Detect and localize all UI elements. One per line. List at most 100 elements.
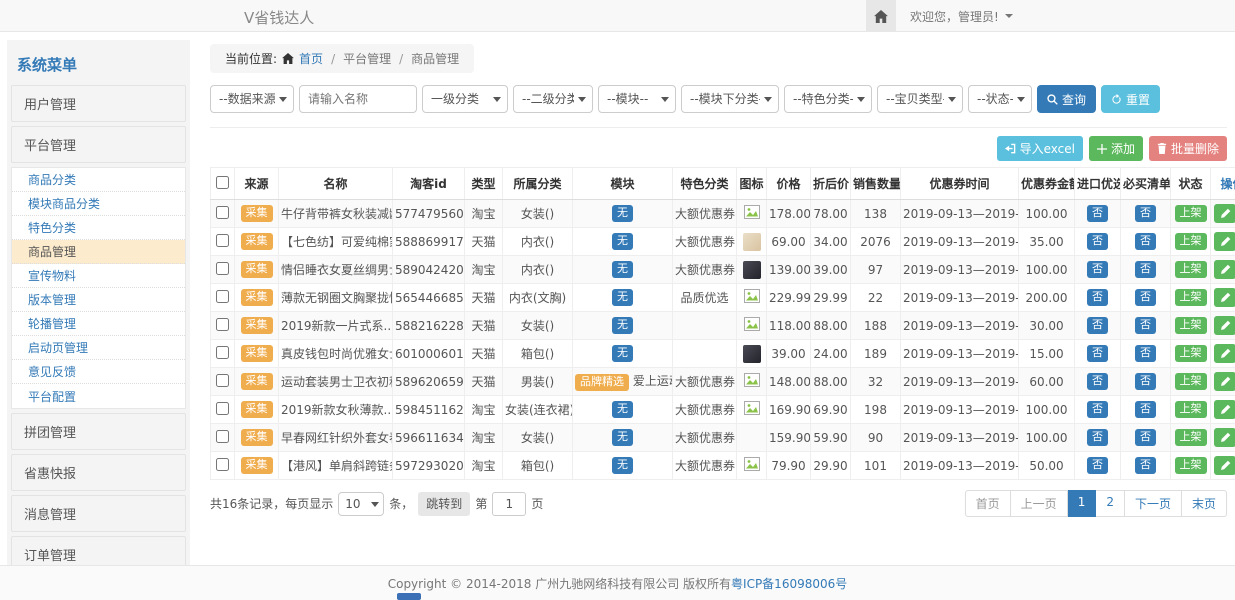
import-select-cell: 否 — [1075, 424, 1121, 452]
sidebar-subitem[interactable]: 版本管理 — [12, 288, 185, 312]
row-checkbox[interactable] — [216, 458, 229, 471]
sales-cell: 189 — [851, 340, 901, 368]
filter-module-subcategory-select[interactable]: --模块下分类-- — [681, 85, 779, 113]
col-module: 模块 — [573, 168, 673, 200]
sidebar-item[interactable]: 订单管理 — [11, 536, 186, 566]
breadcrumb-home-link[interactable]: 首页 — [299, 50, 323, 67]
row-checkbox[interactable] — [216, 262, 229, 275]
edit-button[interactable] — [1214, 204, 1235, 223]
pager-next[interactable]: 下一页 — [1125, 490, 1182, 517]
filter-level2-category-select[interactable]: --二级分类-- — [513, 85, 593, 113]
sidebar-item[interactable]: 拼团管理 — [11, 413, 186, 450]
batch-delete-button[interactable]: 批量删除 — [1149, 136, 1227, 161]
edit-icon — [1220, 320, 1231, 331]
jump-to-button[interactable]: 跳转到 — [418, 492, 470, 516]
import-icon — [1005, 143, 1016, 154]
pager-prev[interactable]: 上一页 — [1011, 490, 1068, 517]
sales-cell: 188 — [851, 312, 901, 340]
name-search-input[interactable] — [299, 85, 417, 113]
filter-status-select[interactable]: --状态-- — [968, 85, 1032, 113]
status-badge: 采集 — [241, 457, 273, 473]
bottom-scrollbar-thumb[interactable] — [397, 593, 421, 600]
page-number-input[interactable] — [492, 492, 526, 516]
module-cell: 无 — [573, 340, 673, 368]
status-cell: 上架 — [1171, 228, 1211, 256]
row-checkbox[interactable] — [216, 402, 229, 415]
sidebar-item-user-management[interactable]: 用户管理 — [11, 85, 186, 122]
refresh-icon — [1111, 94, 1122, 105]
sidebar-subitem[interactable]: 意见反馈 — [12, 360, 185, 384]
edit-button[interactable] — [1214, 400, 1235, 419]
icp-link[interactable]: 粤ICP备16098006号 — [731, 575, 847, 592]
import-select-cell: 否 — [1075, 228, 1121, 256]
edit-button[interactable] — [1214, 316, 1235, 335]
sidebar-subitem[interactable]: 模块商品分类 — [12, 192, 185, 216]
search-button[interactable]: 查询 — [1037, 85, 1096, 113]
col-coupon-time: 优惠券时间 — [901, 168, 1019, 200]
main-content: 当前位置: 首页 / 平台管理 / 商品管理 --数据来源-- 一级分类 --二… — [210, 40, 1227, 517]
coupon-amount-cell: 100.00 — [1019, 396, 1075, 424]
status-badge: 上架 — [1175, 289, 1207, 305]
row-checkbox[interactable] — [216, 374, 229, 387]
sidebar-subitem[interactable]: 商品分类 — [12, 168, 185, 192]
breadcrumb: 当前位置: 首页 / 平台管理 / 商品管理 — [210, 44, 474, 73]
module-cell: 品牌精选 爱上运动 — [573, 368, 673, 396]
filter-level1-category-select[interactable]: 一级分类 — [422, 85, 508, 113]
add-button[interactable]: 添加 — [1089, 136, 1143, 161]
coupon-amount-cell: 35.00 — [1019, 228, 1075, 256]
icon-cell — [737, 228, 767, 256]
table-row: 采集早春网红针织外套女春...596611634525淘宝女装()无大额优惠券1… — [211, 424, 1235, 452]
icon-cell — [737, 396, 767, 424]
import-excel-button[interactable]: 导入excel — [997, 136, 1083, 161]
sidebar-item[interactable]: 省惠快报 — [11, 454, 186, 491]
pager-page-1[interactable]: 1 — [1068, 490, 1097, 517]
sidebar-subitem[interactable]: 特色分类 — [12, 216, 185, 240]
operations-cell — [1211, 228, 1235, 256]
status-cell: 上架 — [1171, 340, 1211, 368]
status-badge: 采集 — [241, 373, 273, 389]
filter-module-select[interactable]: --模块-- — [598, 85, 676, 113]
user-menu[interactable]: 欢迎您，管理员! — [896, 0, 1027, 32]
price-cell: 169.90 — [767, 396, 811, 424]
breadcrumb-level1[interactable]: 平台管理 — [343, 50, 391, 67]
filter-item-type-select[interactable]: --宝贝类型-- — [877, 85, 963, 113]
reset-button[interactable]: 重置 — [1101, 85, 1160, 113]
price-cell: 178.00 — [767, 200, 811, 228]
source-cell: 采集 — [235, 340, 279, 368]
row-checkbox[interactable] — [216, 234, 229, 247]
filter-feature-category-select[interactable]: --特色分类-- — [784, 85, 872, 113]
edit-button[interactable] — [1214, 372, 1235, 391]
product-thumbnail — [743, 261, 761, 279]
table-row: 采集运动套装男士卫衣初秋...589620659791天猫男装()品牌精选 爱上… — [211, 368, 1235, 396]
plus-icon — [1097, 144, 1107, 154]
edit-button[interactable] — [1214, 344, 1235, 363]
sidebar-subitem[interactable]: 平台配置 — [12, 384, 185, 408]
filter-data-source-select[interactable]: --数据来源-- — [210, 85, 294, 113]
home-button[interactable] — [866, 0, 896, 32]
edit-button[interactable] — [1214, 232, 1235, 251]
sidebar-item[interactable]: 消息管理 — [11, 495, 186, 532]
pager-page-2[interactable]: 2 — [1096, 490, 1125, 517]
sidebar-subitem[interactable]: 商品管理 — [12, 240, 185, 264]
row-checkbox[interactable] — [216, 290, 229, 303]
sidebar-subitem[interactable]: 轮播管理 — [12, 312, 185, 336]
breadcrumb-level2[interactable]: 商品管理 — [411, 50, 459, 67]
edit-button[interactable] — [1214, 456, 1235, 475]
row-checkbox[interactable] — [216, 206, 229, 219]
sidebar-subitem[interactable]: 宣传物料 — [12, 264, 185, 288]
pager-last[interactable]: 末页 — [1182, 490, 1227, 517]
sidebar-item-platform-management[interactable]: 平台管理 — [11, 126, 186, 163]
taoke-id-cell: 597293020870 — [393, 452, 465, 480]
col-type: 类型 — [465, 168, 503, 200]
status-badge: 无 — [612, 289, 633, 305]
sidebar-subitem[interactable]: 启动页管理 — [12, 336, 185, 360]
row-checkbox[interactable] — [216, 346, 229, 359]
select-all-checkbox[interactable] — [216, 176, 229, 189]
row-checkbox[interactable] — [216, 430, 229, 443]
page-size-select[interactable]: 10 — [338, 492, 384, 516]
edit-button[interactable] — [1214, 288, 1235, 307]
edit-button[interactable] — [1214, 428, 1235, 447]
pager-first[interactable]: 首页 — [965, 490, 1011, 517]
edit-button[interactable] — [1214, 260, 1235, 279]
row-checkbox[interactable] — [216, 318, 229, 331]
